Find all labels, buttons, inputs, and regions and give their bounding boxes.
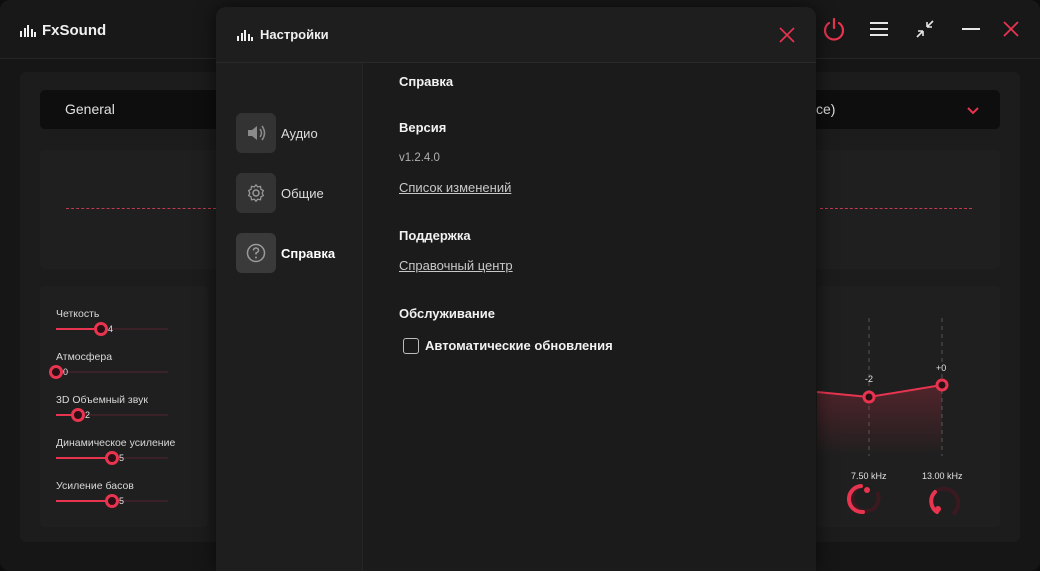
effect-label: Четкость <box>56 308 100 320</box>
version-label: Версия <box>399 120 447 135</box>
effect-slider[interactable]: 2 <box>56 408 168 422</box>
slider-handle[interactable] <box>94 322 108 336</box>
effect-label: 3D Объемный звук <box>56 394 148 406</box>
minimize-icon[interactable] <box>956 14 986 44</box>
dialog-close-icon[interactable] <box>776 24 798 46</box>
effect-label: Атмосфера <box>56 351 113 363</box>
output-device-label: ce) <box>816 101 836 117</box>
speaker-icon <box>236 113 276 153</box>
settings-nav: Аудио Общие Справка <box>216 63 363 571</box>
settings-dialog: Настройки Аудио Общие Справка Справка Ве… <box>216 7 816 571</box>
effect-slider[interactable]: 0 <box>49 365 168 379</box>
slider-value: 5 <box>119 496 125 506</box>
dialog-header: Настройки <box>216 7 816 63</box>
slider-fill <box>56 457 112 459</box>
effect-slider[interactable]: 5 <box>56 494 168 508</box>
visualizer-line <box>66 208 216 209</box>
nav-item-audio[interactable]: Аудио <box>236 113 356 153</box>
visualizer-line <box>820 208 972 209</box>
effect-label: Усиление басов <box>56 480 134 492</box>
slider-value: 4 <box>108 324 114 334</box>
slider-fill <box>56 500 112 502</box>
slider-handle[interactable] <box>71 408 85 422</box>
dialog-title: Настройки <box>260 27 329 42</box>
help-center-link[interactable]: Справочный центр <box>399 258 513 273</box>
nav-label: Справка <box>281 245 336 261</box>
eq-band-knob[interactable] <box>935 378 949 392</box>
equalizer-panel: -2 +0 7.50 kHz 13.00 kHz <box>817 286 1000 527</box>
effect-slider[interactable]: 5 <box>56 451 168 465</box>
effect-slider[interactable]: 4 <box>56 322 168 336</box>
nav-label: Аудио <box>281 125 318 141</box>
eq-freq-label: 7.50 kHz <box>851 471 887 481</box>
equalizer-graph[interactable] <box>817 286 1000 527</box>
auto-updates-checkbox[interactable] <box>403 338 419 354</box>
eq-band-knob[interactable] <box>862 390 876 404</box>
app-logo: FxSound <box>20 22 106 39</box>
equalizer-logo-icon <box>237 28 253 46</box>
effects-panel: Четкость 4 Атмосфера 0 3D Объемный звук 2 Дина… <box>40 286 208 527</box>
slider-value: 5 <box>119 453 125 463</box>
close-icon[interactable] <box>996 14 1026 44</box>
eq-gain-label: -2 <box>865 374 874 384</box>
slider-handle[interactable] <box>105 451 119 465</box>
gear-icon <box>236 173 276 213</box>
slider-value: 2 <box>85 410 91 420</box>
eq-gain-label: +0 <box>936 363 947 373</box>
chevron-down-icon[interactable] <box>966 103 980 121</box>
slider-handle[interactable] <box>49 365 63 379</box>
changelog-link[interactable]: Список изменений <box>399 180 511 195</box>
preset-name: General <box>65 101 115 117</box>
effect-label: Динамическое усиление <box>56 437 176 449</box>
shrink-icon[interactable] <box>910 14 940 44</box>
section-heading: Справка <box>399 74 454 89</box>
fxsound-window: FxSound General ce) Четкость 4 Атмосфера… <box>0 0 1040 571</box>
version-value: v1.2.4.0 <box>399 152 440 164</box>
nav-item-general[interactable]: Общие <box>236 173 356 213</box>
nav-label: Общие <box>281 185 324 201</box>
nav-item-help[interactable]: Справка <box>236 233 356 273</box>
maintenance-label: Обслуживание <box>399 306 496 321</box>
menu-icon[interactable] <box>864 14 894 44</box>
equalizer-logo-icon <box>20 24 36 37</box>
power-icon[interactable] <box>819 14 849 44</box>
support-label: Поддержка <box>399 228 471 243</box>
eq-freq-label: 13.00 kHz <box>922 471 963 481</box>
slider-value: 0 <box>63 367 69 377</box>
app-name: FxSound <box>42 22 107 39</box>
slider-handle[interactable] <box>105 494 119 508</box>
auto-updates-label[interactable]: Автоматические обновления <box>425 338 613 353</box>
help-icon <box>236 233 276 273</box>
